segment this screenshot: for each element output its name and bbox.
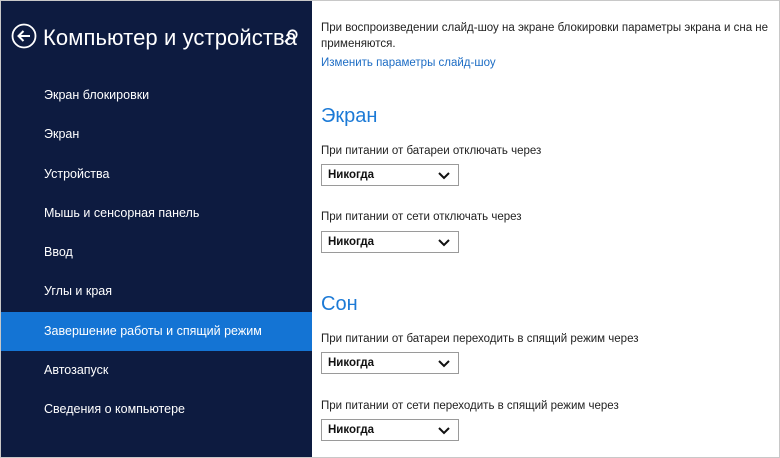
sidebar-nav: Экран блокировки Экран Устройства Мышь и… — [1, 76, 312, 430]
sidebar: Компьютер и устройства Экран блокировки … — [1, 1, 312, 457]
sidebar-item-label: Сведения о компьютере — [44, 402, 185, 417]
sleep-ac-label: При питании от сети переходить в спящий … — [321, 400, 619, 412]
page-title: Компьютер и устройства — [43, 25, 297, 50]
sleep-battery-label: При питании от батареи переходить в спящ… — [321, 333, 639, 345]
sidebar-item-label: Экран блокировки — [44, 88, 150, 102]
screen-battery-label: При питании от батареи отключать через — [321, 145, 542, 157]
sidebar-item-display[interactable]: Экран — [1, 115, 312, 154]
sidebar-item-label: Завершение работы и спящий режим — [44, 323, 262, 338]
settings-window: Компьютер и устройства Экран блокировки … — [0, 0, 780, 458]
sidebar-item-lock-screen[interactable]: Экран блокировки — [1, 76, 312, 115]
sidebar-item-devices[interactable]: Устройства — [1, 155, 312, 194]
dropdown-value: Никогда — [328, 424, 375, 436]
sidebar-item-label: Мышь и сенсорная панель — [44, 205, 200, 220]
sidebar-item-pc-info[interactable]: Сведения о компьютере — [1, 390, 312, 429]
sidebar-item-label: Углы и края — [44, 284, 113, 299]
sidebar-item-typing[interactable]: Ввод — [1, 233, 312, 272]
sidebar-item-label: Ввод — [44, 245, 73, 260]
dropdown-value: Никогда — [328, 169, 375, 181]
search-icon[interactable] — [283, 28, 299, 44]
chevron-down-icon — [438, 360, 450, 368]
chevron-down-icon — [438, 239, 450, 247]
sleep-section-title: Сон — [321, 293, 358, 315]
sleep-ac-dropdown[interactable]: Никогда — [321, 419, 459, 441]
chevron-down-icon — [438, 172, 450, 180]
screen-ac-label: При питании от сети отключать через — [321, 211, 522, 223]
main-content: При воспроизведении слайд-шоу на экране … — [312, 1, 779, 457]
sidebar-item-label: Экран — [44, 127, 80, 142]
sleep-battery-dropdown[interactable]: Никогда — [321, 352, 459, 374]
sidebar-item-label: Устройства — [44, 166, 110, 181]
screen-section-title: Экран — [321, 105, 378, 127]
dropdown-value: Никогда — [328, 236, 375, 248]
dropdown-value: Никогда — [328, 357, 375, 369]
screen-battery-dropdown[interactable]: Никогда — [321, 164, 459, 186]
sidebar-header: Компьютер и устройства — [11, 21, 311, 57]
sidebar-item-corners-edges[interactable]: Углы и края — [1, 272, 312, 311]
sidebar-item-mouse-touchpad[interactable]: Мышь и сенсорная панель — [1, 194, 312, 233]
sidebar-item-power-sleep[interactable]: Завершение работы и спящий режим — [1, 311, 312, 352]
chevron-down-icon — [438, 427, 450, 435]
sidebar-item-autoplay[interactable]: Автозапуск — [1, 351, 312, 390]
screen-ac-dropdown[interactable]: Никогда — [321, 231, 459, 253]
slideshow-note: При воспроизведении слайд-шоу на экране … — [321, 22, 769, 50]
sidebar-item-label: Автозапуск — [44, 363, 109, 378]
slideshow-settings-link[interactable]: Изменить параметры слайд-шоу — [321, 57, 496, 69]
back-arrow-icon[interactable] — [11, 23, 37, 49]
